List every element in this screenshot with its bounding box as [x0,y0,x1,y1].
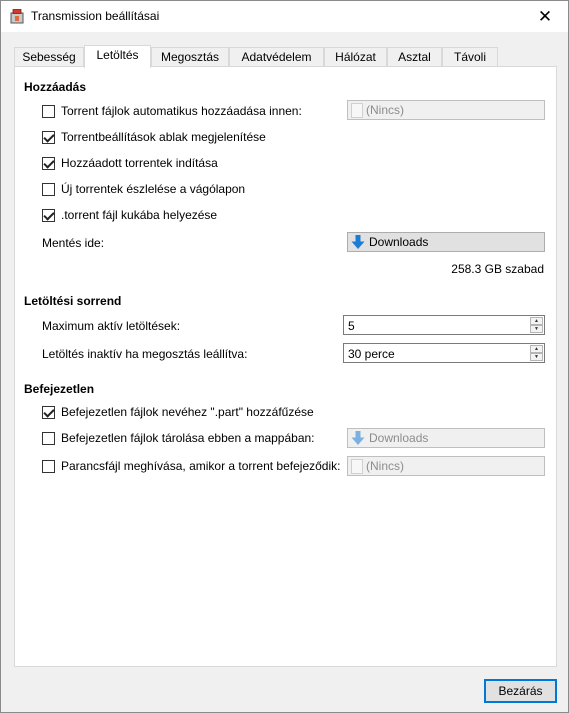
save-to-folder-value: Downloads [369,235,429,249]
show-options-checkbox-row[interactable]: Torrentbeállítások ablak megjelenítése [42,129,266,145]
script-file-chooser[interactable]: (Nincs) [347,456,545,476]
tab-desktop[interactable]: Asztal [387,47,442,67]
append-part-label: Befejezetlen fájlok nevéhez ".part" hozz… [61,405,314,419]
save-to-label: Mentés ide: [42,236,105,250]
max-active-value: 5 [348,319,355,333]
free-space-label: 258.3 GB szabad [451,262,544,276]
file-icon [351,102,363,118]
append-part-checkbox-row[interactable]: Befejezetlen fájlok nevéhez ".part" hozz… [42,404,314,420]
auto-add-checkbox[interactable] [42,104,55,118]
script-file-value: (Nincs) [366,459,404,473]
tab-network[interactable]: Hálózat [324,47,387,67]
preferences-window: Transmission beállításai ✕ Sebesség Letö… [0,0,569,713]
downloading-panel: Hozzáadás Torrent fájlok automatikus hoz… [14,66,557,667]
spin-up-icon[interactable]: ▲ [530,317,543,325]
start-added-checkbox[interactable] [42,156,55,170]
auto-add-checkbox-row[interactable]: Torrent fájlok automatikus hozzáadása in… [42,103,302,119]
incomplete-folder-chooser[interactable]: Downloads [347,428,545,448]
show-options-label: Torrentbeállítások ablak megjelenítése [61,130,266,144]
incomplete-folder-value: Downloads [369,431,429,445]
section-queue-title: Letöltési sorrend [24,294,122,308]
max-active-spinner[interactable]: 5 ▲ ▼ [343,315,545,335]
detect-clipboard-checkbox[interactable] [42,182,55,196]
detect-clipboard-checkbox-row[interactable]: Új torrentek észlelése a vágólapon [42,181,245,197]
call-script-checkbox[interactable] [42,459,55,473]
tab-speed[interactable]: Sebesség [14,47,84,67]
tab-seeding[interactable]: Megosztás [151,47,229,67]
detect-clipboard-label: Új torrentek észlelése a vágólapon [61,182,246,196]
stalled-label: Letöltés inaktív ha megosztás leállítva: [42,347,248,361]
append-part-checkbox[interactable] [42,405,55,419]
title-bar: Transmission beállításai ✕ [1,1,568,32]
trash-torrent-checkbox[interactable] [42,208,55,222]
tab-remote[interactable]: Távoli [442,47,498,67]
start-added-checkbox-row[interactable]: Hozzáadott torrentek indítása [42,155,218,171]
stalled-spinner[interactable]: 30 perce ▲ ▼ [343,343,545,363]
trash-torrent-checkbox-row[interactable]: .torrent fájl kukába helyezése [42,207,217,223]
trash-torrent-label: .torrent fájl kukába helyezése [61,208,218,222]
window-title: Transmission beállításai [31,9,160,23]
close-button[interactable]: Bezárás [484,679,557,703]
start-added-label: Hozzáadott torrentek indítása [61,156,218,170]
spin-down-icon[interactable]: ▼ [530,325,543,333]
tab-downloading[interactable]: Letöltés [84,45,151,68]
keep-incomplete-checkbox[interactable] [42,431,55,445]
auto-add-folder-chooser[interactable]: (Nincs) [347,100,545,120]
spin-down-icon[interactable]: ▼ [530,353,543,361]
section-incomplete-title: Befejezetlen [24,382,95,396]
call-script-checkbox-row[interactable]: Parancsfájl meghívása, amikor a torrent … [42,458,340,474]
save-to-folder-chooser[interactable]: Downloads [347,232,545,252]
file-icon [351,458,363,474]
auto-add-label: Torrent fájlok automatikus hozzáadása in… [61,104,302,118]
stalled-value: 30 perce [348,347,395,361]
show-options-checkbox[interactable] [42,130,55,144]
close-window-button[interactable]: ✕ [522,1,568,32]
call-script-label: Parancsfájl meghívása, amikor a torrent … [61,459,341,473]
keep-incomplete-label: Befejezetlen fájlok tárolása ebben a map… [61,431,315,445]
max-active-label: Maximum aktív letöltések: [42,319,181,333]
folder-download-icon [351,235,365,249]
spin-up-icon[interactable]: ▲ [530,345,543,353]
keep-incomplete-checkbox-row[interactable]: Befejezetlen fájlok tárolása ebben a map… [42,430,315,446]
section-adding-title: Hozzáadás [24,80,87,94]
tab-privacy[interactable]: Adatvédelem [229,47,324,67]
folder-download-icon [351,431,365,445]
transmission-icon [10,9,24,24]
auto-add-folder-value: (Nincs) [366,103,404,117]
